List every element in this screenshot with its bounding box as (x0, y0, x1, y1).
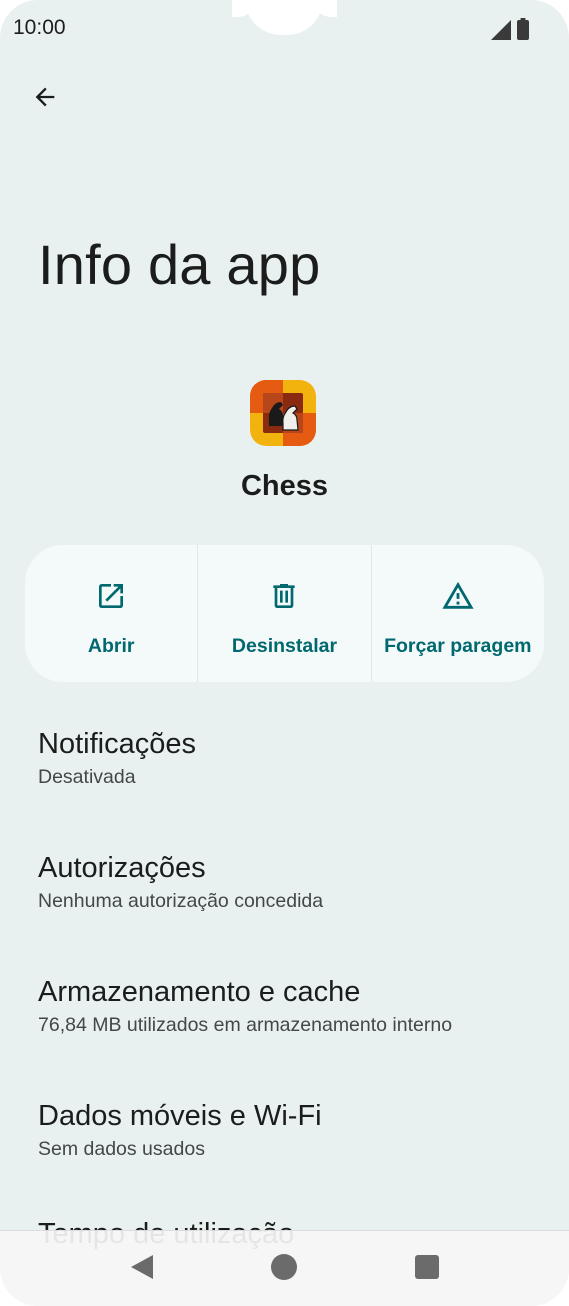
uninstall-label: Desinstalar (231, 635, 338, 657)
battery-icon (517, 18, 529, 45)
page-title: Info da app (38, 233, 321, 296)
nav-back-icon (129, 1253, 155, 1286)
camera-notch (245, 0, 323, 35)
chess-app-icon (250, 380, 316, 446)
status-icons (491, 18, 529, 45)
app-name: Chess (240, 470, 329, 502)
nav-recents-icon (414, 1254, 440, 1285)
nav-home-icon (270, 1253, 298, 1286)
nav-home-button[interactable] (268, 1253, 300, 1285)
force-stop-label: Forçar paragem (384, 635, 532, 657)
list-item-subtitle: 76,84 MB utilizados em armazenamento int… (38, 1014, 453, 1036)
back-button[interactable] (22, 76, 68, 122)
uninstall-button[interactable]: Desinstalar (198, 545, 372, 682)
app-actions: Abrir Desinstalar Forçar paragem (25, 545, 544, 682)
warning-icon (441, 579, 475, 613)
trash-icon (267, 579, 301, 613)
settings-list: Notificações Desativada Autorizações Nen… (38, 726, 549, 1222)
nav-back-button[interactable] (126, 1253, 158, 1285)
force-stop-button[interactable]: Forçar paragem (372, 545, 544, 682)
list-item-mobile-data[interactable]: Dados móveis e Wi-Fi Sem dados usados (38, 1098, 549, 1222)
signal-icon (491, 20, 511, 45)
screen: 10:00 Info da app Chess Abrir Desinstala… (0, 0, 569, 1306)
list-item-subtitle: Desativada (38, 766, 136, 788)
list-item-notifications[interactable]: Notificações Desativada (38, 726, 549, 850)
open-external-icon (94, 579, 128, 613)
nav-recents-button[interactable] (411, 1253, 443, 1285)
list-item-title: Autorizações (38, 852, 206, 884)
list-item-subtitle: Sem dados usados (38, 1138, 205, 1160)
list-item-permissions[interactable]: Autorizações Nenhuma autorização concedi… (38, 850, 549, 974)
open-label: Abrir (87, 635, 135, 657)
list-item-title: Notificações (38, 728, 196, 760)
status-time: 10:00 (13, 16, 66, 39)
open-button[interactable]: Abrir (25, 545, 199, 682)
list-item-title: Dados móveis e Wi-Fi (38, 1100, 322, 1132)
list-item-storage[interactable]: Armazenamento e cache 76,84 MB utilizado… (38, 974, 549, 1098)
navigation-bar (0, 1230, 569, 1306)
arrow-back-icon (31, 83, 59, 116)
list-item-subtitle: Nenhuma autorização concedida (38, 890, 324, 912)
list-item-title: Armazenamento e cache (38, 976, 361, 1008)
